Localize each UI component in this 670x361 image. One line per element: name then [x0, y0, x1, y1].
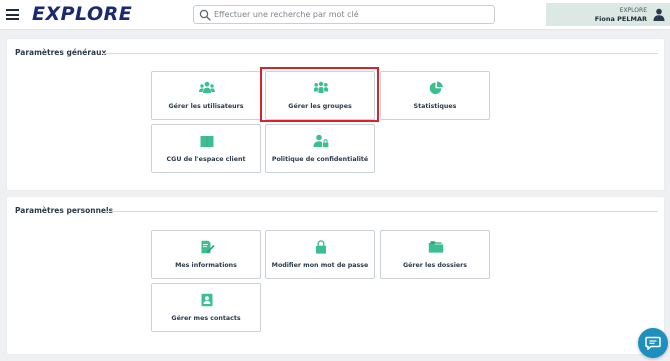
chat-button[interactable]: [638, 328, 668, 358]
statistics-card[interactable]: Statistiques: [380, 71, 490, 120]
section-title: Paramètres personnels: [15, 206, 114, 215]
search-box[interactable]: [193, 5, 495, 24]
card-label: Gérer mes contacts: [171, 315, 241, 322]
groups-icon: [314, 81, 328, 93]
search-icon: [199, 9, 211, 21]
edit-document-icon: [201, 240, 215, 254]
card-label: Politique de confidentialité: [271, 156, 369, 163]
user-lock-icon: [313, 134, 329, 148]
lock-icon: [316, 240, 326, 254]
users-icon: [199, 81, 215, 93]
privacy-policy-card[interactable]: Politique de confidentialité: [265, 124, 375, 173]
card-label: Modifier mon mot de passe: [271, 262, 369, 269]
card-label: Gérer les dossiers: [402, 262, 468, 269]
card-label: Mes informations: [175, 262, 237, 269]
pie-chart-icon: [429, 81, 443, 95]
change-password-card[interactable]: Modifier mon mot de passe: [265, 230, 375, 279]
chat-bubble-icon: [645, 336, 661, 350]
card-label: Gérer les utilisateurs: [168, 103, 244, 110]
folder-icon: [428, 241, 444, 253]
search-input[interactable]: [214, 7, 490, 22]
menu-icon[interactable]: [6, 9, 19, 20]
section-title: Paramètres généraux: [15, 48, 107, 57]
section-divider: [105, 211, 658, 212]
contact-card-icon: [201, 293, 213, 307]
account-menu[interactable]: EXPLORE Fiona PELMAR: [546, 3, 670, 26]
top-bar: EXPLORE EXPLORE Fiona PELMAR: [0, 0, 670, 30]
account-user-name: Fiona PELMAR: [594, 15, 647, 23]
manage-users-card[interactable]: Gérer les utilisateurs: [151, 71, 261, 120]
card-label: Statistiques: [413, 103, 457, 110]
card-label: Gérer les groupes: [288, 103, 352, 110]
manage-folders-card[interactable]: Gérer les dossiers: [380, 230, 490, 279]
book-icon: [200, 136, 214, 147]
user-avatar-icon: [653, 8, 665, 21]
section-divider: [102, 53, 658, 54]
card-label: CGU de l'espace client: [166, 156, 246, 163]
account-org: EXPLORE: [619, 7, 647, 14]
terms-card[interactable]: CGU de l'espace client: [151, 124, 261, 173]
manage-groups-card[interactable]: Gérer les groupes: [265, 71, 375, 120]
manage-contacts-card[interactable]: Gérer mes contacts: [151, 283, 261, 332]
app-logo[interactable]: EXPLORE: [32, 3, 132, 25]
my-information-card[interactable]: Mes informations: [151, 230, 261, 279]
